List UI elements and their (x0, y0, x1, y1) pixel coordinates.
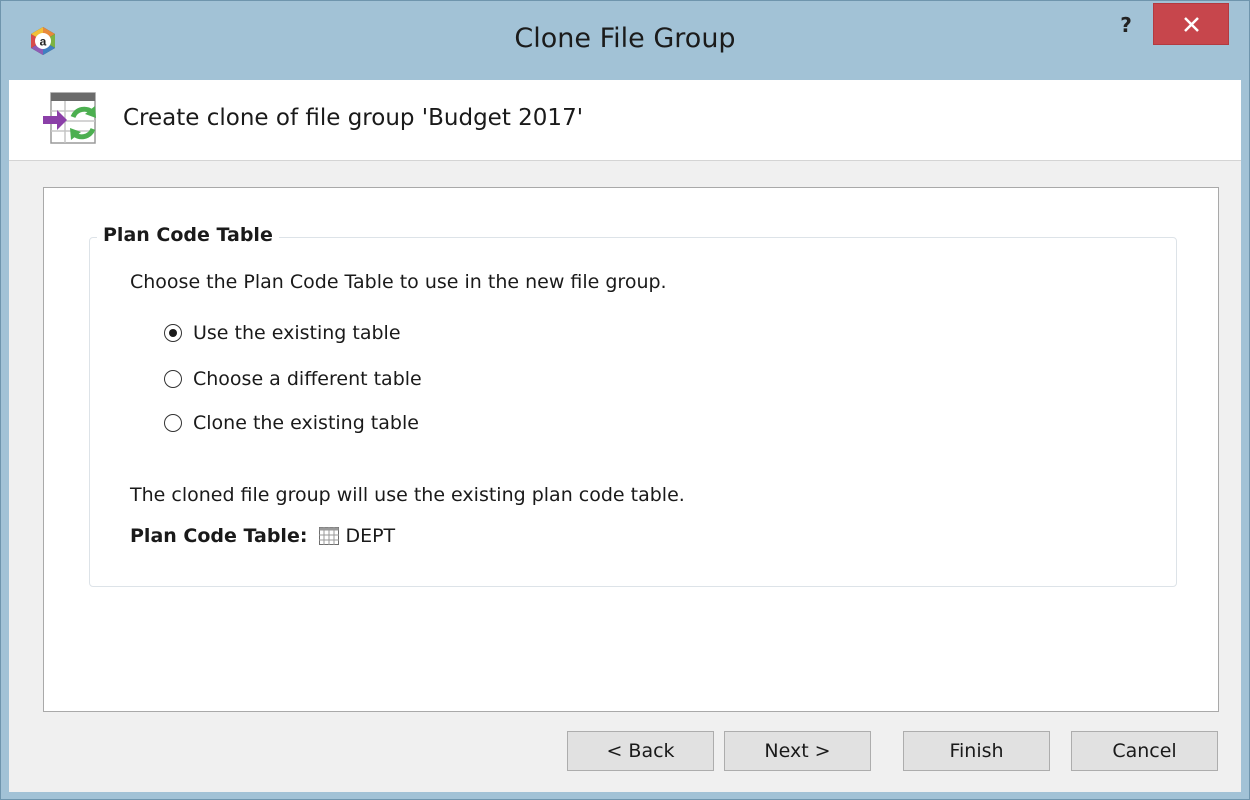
table-grid-icon (319, 527, 340, 545)
radio-button[interactable] (164, 370, 182, 388)
title-bar[interactable]: a Clone File Group ? (1, 1, 1249, 80)
radio-label: Use the existing table (193, 322, 401, 344)
radio-button[interactable] (164, 414, 182, 432)
next-button[interactable]: Next > (724, 731, 871, 771)
plan-code-table-row: Plan Code Table: DEPT (130, 525, 395, 547)
cancel-button[interactable]: Cancel (1071, 731, 1218, 771)
close-icon (1184, 17, 1199, 32)
dialog-body: Create clone of file group 'Budget 2017'… (9, 80, 1241, 792)
finish-button[interactable]: Finish (903, 731, 1050, 771)
radio-clone-existing-table[interactable]: Clone the existing table (164, 409, 419, 437)
radio-use-existing-table[interactable]: Use the existing table (164, 319, 401, 347)
back-button[interactable]: < Back (567, 731, 714, 771)
plan-code-table-label: Plan Code Table: (130, 525, 308, 547)
instruction-text: Choose the Plan Code Table to use in the… (130, 271, 667, 293)
radio-label: Choose a different table (193, 368, 422, 390)
radio-button-selected[interactable] (164, 324, 182, 342)
wizard-header: Create clone of file group 'Budget 2017' (9, 80, 1241, 161)
clone-file-group-window: a Clone File Group ? Create clone of fil… (0, 0, 1250, 800)
radio-choose-different-table[interactable]: Choose a different table (164, 365, 422, 393)
content-panel: Plan Code Table Choose the Plan Code Tab… (43, 187, 1219, 712)
plan-code-table-value: DEPT (345, 525, 396, 547)
groupbox-title: Plan Code Table (97, 224, 279, 246)
wizard-header-title: Create clone of file group 'Budget 2017' (123, 105, 584, 131)
selection-description: The cloned file group will use the exist… (130, 484, 685, 506)
radio-label: Clone the existing table (193, 412, 419, 434)
clone-file-group-icon (41, 89, 103, 151)
help-button[interactable]: ? (1104, 13, 1148, 47)
window-title: Clone File Group (514, 23, 736, 54)
close-button[interactable] (1153, 3, 1229, 45)
